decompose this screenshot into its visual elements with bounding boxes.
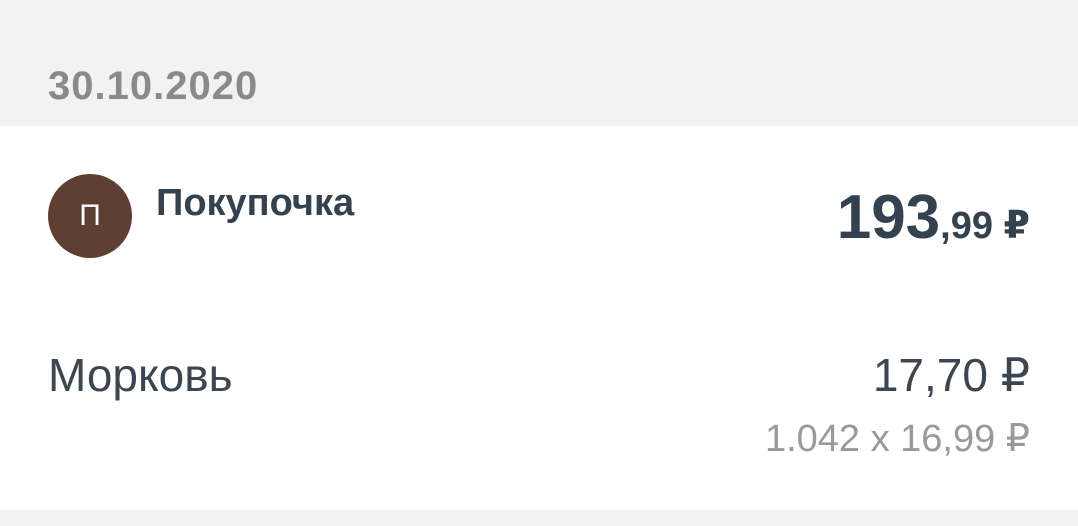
receipt-card[interactable]: П Покупочка 193,99 ₽ Морковь 17,70 ₽ 1.0…: [0, 126, 1078, 510]
date-label: 30.10.2020: [48, 64, 259, 108]
item-quantity: 1.042 x 16,99 ₽: [764, 418, 1030, 460]
item-name: Морковь: [48, 349, 233, 401]
total-fraction: ,99: [940, 205, 993, 247]
store-avatar: П: [48, 174, 132, 258]
item-price: 17,70 ₽: [872, 349, 1030, 401]
total-integer: 193: [836, 183, 941, 252]
store-name: Покупочка: [156, 182, 355, 224]
date-header: 30.10.2020: [0, 8, 1078, 126]
receipt-total: 193,99 ₽: [837, 182, 1030, 253]
avatar-letter: П: [79, 199, 101, 232]
total-currency: ₽: [993, 205, 1030, 247]
